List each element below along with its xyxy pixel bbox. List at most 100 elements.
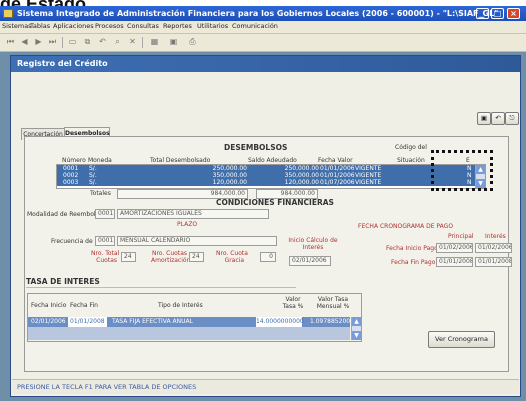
modalidad-value-field[interactable]: AMORTIZACIONES IGUALES: [117, 209, 269, 219]
row-total: 350,000.00: [212, 172, 247, 179]
scroll-up-icon[interactable]: ▲: [352, 317, 361, 326]
table-row[interactable]: [28, 327, 350, 340]
header-fecha-fin: Fecha Fin: [70, 302, 98, 309]
window-title-bar: Registro del Crédito: [11, 56, 520, 72]
app-icon: [3, 9, 13, 18]
first-record-icon[interactable]: ⏮: [4, 36, 17, 48]
new-document-icon[interactable]: ▭: [66, 36, 79, 48]
menu-sistemas[interactable]: Sistemas: [2, 22, 32, 30]
modalidad-label: Modalidad de Reembolso: [27, 211, 103, 218]
last-record-icon[interactable]: ⏭: [46, 36, 59, 48]
copy-icon[interactable]: ⧉: [81, 36, 94, 48]
scroll-down-icon[interactable]: ▼: [352, 331, 361, 340]
header-valor-tasa: Valor Tasa %: [282, 296, 304, 310]
row-situacion: VIGENTE: [355, 165, 382, 172]
header-fecha-valor: Fecha Valor: [318, 157, 353, 164]
menu-bar: Sistemas Tablas Aplicaciones Procesos Co…: [0, 21, 526, 34]
table-row[interactable]: 0003 S/. 120,000.00 120,000.00 01/07/200…: [57, 179, 475, 186]
row-saldo: 120,000.00: [284, 179, 319, 186]
plazo-label: PLAZO: [177, 221, 198, 228]
minimize-icon[interactable]: _: [476, 8, 489, 19]
row-moneda: S/.: [89, 179, 97, 186]
toolbar-separator: [62, 37, 63, 48]
header-situacion: Situación: [397, 157, 425, 164]
row-saldo: 250,000.00: [284, 165, 319, 172]
row-moneda: S/.: [89, 165, 97, 172]
row-fecha-fin[interactable]: 01/01/2008: [68, 317, 107, 327]
header-numero: Número: [62, 157, 86, 164]
codigo-label: Código del: [395, 144, 427, 151]
row-numero: 0002: [63, 172, 79, 179]
desembolsos-title: DESEMBOLSOS: [224, 143, 288, 152]
tasa-title: TASA DE INTERES: [26, 277, 100, 286]
ver-cronograma-button[interactable]: Ver Cronograma: [428, 331, 495, 348]
menu-comunicacion[interactable]: Comunicación: [232, 22, 278, 30]
row-mensual: 1.0978852000: [310, 318, 354, 325]
frecuencia-code-field[interactable]: 0001: [95, 236, 115, 246]
table-row[interactable]: 02/01/2006 01/01/2008 TASA FIJA EFECTIVA…: [28, 317, 354, 327]
exit-icon[interactable]: ⎋: [505, 112, 519, 125]
menu-consultas[interactable]: Consultas: [127, 22, 159, 30]
menu-aplicaciones[interactable]: Aplicaciones: [53, 22, 94, 30]
fecha-fin-pago-label: Fecha Fin Pago: [391, 259, 436, 266]
row-total: 120,000.00: [212, 179, 247, 186]
fecha-fin-interes-field[interactable]: 01/01/2008: [475, 257, 512, 267]
row-saldo: 350,000.00: [284, 172, 319, 179]
tasa-scrollbar[interactable]: ▲ ▼: [351, 317, 361, 340]
header-saldo-adeudado: Saldo Adeudado: [248, 157, 297, 164]
nro-cuota-gracia-field[interactable]: 0: [260, 252, 276, 262]
search-icon[interactable]: ⌕: [111, 36, 124, 48]
status-text: PRESIONE LA TECLA F1 PARA VER TABLA DE O…: [17, 383, 197, 391]
menu-utilitarios[interactable]: Utilitarios: [197, 22, 228, 30]
nro-cuotas-field[interactable]: 24: [189, 252, 204, 262]
interes-label: Interés: [485, 233, 506, 240]
save-icon[interactable]: ▣: [167, 36, 180, 48]
save-icon[interactable]: ▣: [477, 112, 491, 125]
row-fecha-inicio: 02/01/2006: [31, 318, 66, 325]
condiciones-title: CONDICIONES FINANCIERAS: [216, 198, 334, 207]
row-numero: 0003: [63, 179, 79, 186]
tasa-grid: Fecha Inicio Fecha Fin Tipo de Interés V…: [27, 293, 362, 342]
app-title: Sistema Integrado de Administración Fina…: [17, 9, 499, 18]
row-moneda: S/.: [89, 172, 97, 179]
row-fecha: 01/07/2006: [320, 179, 355, 186]
calculator-icon[interactable]: ▦: [148, 36, 161, 48]
modalidad-code-field[interactable]: 0001: [95, 209, 115, 219]
nro-total-field[interactable]: 24: [121, 252, 136, 262]
close-icon[interactable]: ×: [507, 8, 520, 19]
window-title: Registro del Crédito: [17, 59, 108, 68]
row-valor[interactable]: 14.0000000000: [256, 317, 304, 327]
delete-icon[interactable]: ✕: [126, 36, 139, 48]
table-row[interactable]: 0002 S/. 350,000.00 350,000.00 01/01/200…: [57, 172, 475, 179]
maximize-icon[interactable]: □: [491, 8, 504, 19]
header-total-desembolsado: Total Desembolsado: [150, 157, 211, 164]
row-situacion: VIGENTE: [355, 172, 382, 179]
toolbar-separator: [142, 37, 143, 48]
status-bar: PRESIONE LA TECLA F1 PARA VER TABLA DE O…: [12, 379, 519, 394]
header-valor-mensual: Valor Tasa Mensual %: [316, 296, 350, 310]
row-tipo: TASA FIJA EFECTIVA ANUAL: [112, 318, 193, 325]
menu-reportes[interactable]: Reportes: [163, 22, 192, 30]
print-icon[interactable]: ⎙: [186, 36, 199, 48]
previous-record-icon[interactable]: ◀: [18, 36, 31, 48]
undo-icon[interactable]: ↶: [491, 112, 505, 125]
next-record-icon[interactable]: ▶: [32, 36, 45, 48]
fecha-inicio-interes-field[interactable]: 01/02/2006: [475, 243, 512, 253]
row-situacion: VIGENTE: [355, 179, 382, 186]
table-row[interactable]: 0001 S/. 250,000.00 250,000.00 01/01/200…: [57, 165, 475, 172]
app-title-bar: Sistema Integrado de Administración Fina…: [0, 6, 526, 21]
nro-cuotas-label: Nro. Cuotas Amortización: [151, 250, 191, 264]
undo-icon[interactable]: ↶: [96, 36, 109, 48]
header-fecha-inicio: Fecha Inicio: [31, 302, 67, 309]
inicio-calculo-field[interactable]: 02/01/2006: [289, 256, 331, 266]
row-fecha: 01/01/2006: [320, 165, 355, 172]
fecha-fin-principal-field[interactable]: 01/01/2008: [436, 257, 473, 267]
menu-procesos[interactable]: Procesos: [95, 22, 124, 30]
header-moneda: Moneda: [88, 157, 112, 164]
fecha-inicio-principal-field[interactable]: 01/02/2006: [436, 243, 473, 253]
menu-tablas[interactable]: Tablas: [30, 22, 50, 30]
principal-label: Principal: [448, 233, 474, 240]
frecuencia-value-field[interactable]: MENSUAL CALENDARIO: [117, 236, 277, 246]
nro-cuota-gracia-label: Nro. Cuota Gracia: [216, 250, 248, 264]
toolbar: ⏮ ◀ ▶ ⏭ ▭ ⧉ ↶ ⌕ ✕ ▦ ▣ ⎙: [0, 34, 526, 52]
